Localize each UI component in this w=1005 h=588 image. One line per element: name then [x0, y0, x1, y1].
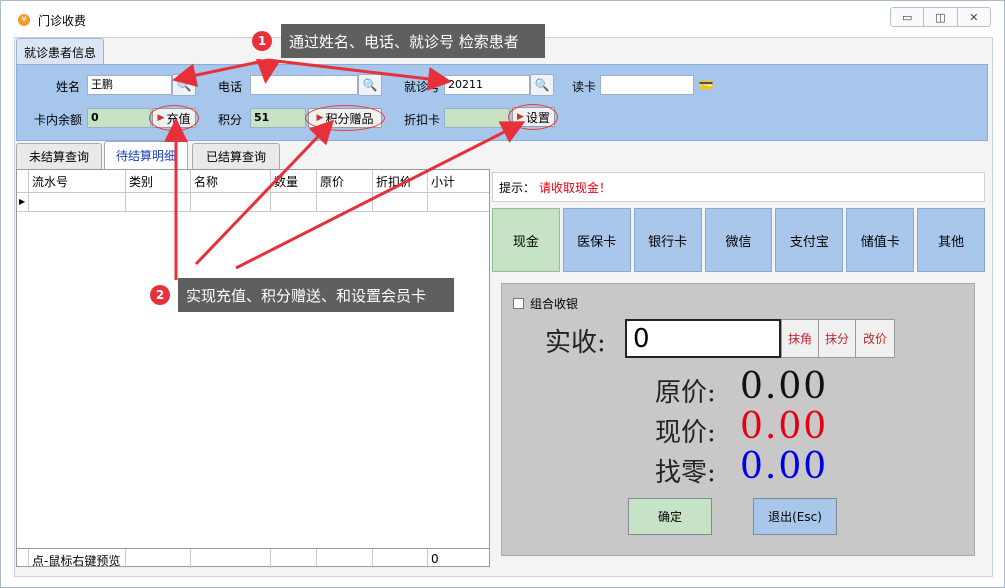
hint-label: 提示： — [499, 180, 536, 195]
table-cell[interactable] — [191, 193, 271, 211]
received-label: 实收: — [545, 328, 606, 358]
combo-checkbox[interactable] — [513, 298, 524, 309]
minimize-icon: ▭ — [901, 10, 913, 24]
table-cell[interactable] — [373, 193, 428, 211]
credit-card-icon: 💳 — [698, 78, 714, 92]
minimize-button[interactable]: ▭ — [891, 8, 925, 26]
visit-number-label: 就诊号 — [403, 80, 440, 94]
restore-button[interactable]: ◫ — [924, 8, 958, 26]
visit-number-field[interactable]: 20211 — [444, 75, 530, 95]
phone-search-button[interactable]: 🔍 — [358, 74, 382, 96]
combo-label: 组合收银 — [530, 297, 579, 311]
yen-coin-icon: ¥ — [18, 14, 30, 26]
balance-label: 卡内余额 — [33, 113, 82, 127]
patient-group-title: 就诊患者信息 — [16, 38, 104, 65]
hint-bar: 提示： 请收取现金！ — [492, 172, 985, 202]
hint-message: 请收取现金！ — [539, 180, 612, 195]
pay-method-wechat[interactable]: 微信 — [704, 208, 773, 272]
grid-header: 流水号 类别 名称 数量 原价 折扣价 小计 — [17, 170, 489, 192]
footer-total: 0 — [431, 552, 439, 566]
window-title: 门诊收费 — [38, 14, 87, 28]
received-amount-input[interactable]: 0 — [625, 319, 781, 358]
grid-footer: 点-鼠标右键预览 0 — [17, 548, 489, 568]
column-header[interactable]: 名称 — [191, 170, 271, 192]
table-cell[interactable] — [271, 193, 317, 211]
exit-button[interactable]: 退出(Esc) — [753, 498, 837, 535]
table-cell[interactable] — [126, 193, 191, 211]
column-header[interactable]: 小计 — [428, 170, 489, 192]
tab-unsettled-query[interactable]: 未结算查询 — [16, 143, 102, 169]
column-header[interactable]: 折扣价 — [373, 170, 428, 192]
search-icon: 🔍 — [362, 78, 378, 92]
points-label: 积分 — [217, 113, 242, 127]
pay-method-stored-value[interactable]: 储值卡 — [846, 208, 915, 272]
footer-cell — [317, 549, 373, 568]
card-label: 读卡 — [571, 80, 596, 94]
phone-label: 电话 — [217, 80, 242, 94]
table-cell[interactable] — [29, 193, 126, 211]
pay-method-bank-card[interactable]: 银行卡 — [633, 208, 702, 272]
column-header[interactable]: 数量 — [271, 170, 317, 192]
combo-checkout[interactable]: 组合收银 — [513, 295, 578, 312]
row-header-col — [17, 170, 29, 192]
change-label: 找零: — [655, 458, 716, 488]
recharge-highlight — [149, 105, 199, 131]
footer-cell — [373, 549, 428, 568]
name-field[interactable]: 王鹏 — [87, 75, 172, 95]
round-jiao-button[interactable]: 抹角 — [781, 319, 819, 358]
balance-field: 0 — [87, 108, 151, 128]
pay-method-other[interactable]: 其他 — [917, 208, 986, 272]
phone-field[interactable] — [250, 75, 358, 95]
footer-cell — [126, 549, 191, 568]
callout-2: 实现充值、积分赠送、和设置会员卡 — [178, 278, 454, 312]
footer-note: 点-鼠标右键预览 — [29, 549, 126, 568]
edit-price-button[interactable]: 改价 — [855, 319, 895, 358]
name-label: 姓名 — [55, 80, 80, 94]
search-icon: 🔍 — [534, 78, 550, 92]
tab-pending-details[interactable]: 待结算明细 — [104, 141, 188, 169]
callout-2-badge: 2 — [150, 285, 170, 305]
footer-cell — [271, 549, 317, 568]
card-field[interactable] — [600, 75, 694, 95]
pending-items-grid[interactable]: 流水号 类别 名称 数量 原价 折扣价 小计 ▶ 点-鼠标右键预览 0 — [16, 169, 490, 568]
row-header-col — [17, 549, 29, 568]
points-gift-highlight — [305, 105, 385, 131]
tab-settled-query[interactable]: 已结算查询 — [192, 143, 280, 169]
table-cell[interactable] — [428, 193, 489, 211]
restore-icon: ◫ — [935, 10, 946, 24]
payment-methods: 现金 医保卡 银行卡 微信 支付宝 储值卡 其他 — [492, 208, 986, 272]
table-cell[interactable] — [317, 193, 373, 211]
close-icon: ✕ — [969, 10, 979, 24]
points-field: 51 — [250, 108, 306, 128]
confirm-button[interactable]: 确定 — [628, 498, 712, 535]
pay-method-cash[interactable]: 现金 — [492, 208, 560, 272]
discount-card-label: 折扣卡 — [403, 113, 440, 127]
row-pointer-icon: ▶ — [17, 193, 29, 211]
read-card-button[interactable]: 💳 — [694, 74, 718, 96]
visit-search-button[interactable]: 🔍 — [530, 74, 554, 96]
original-price-label: 原价: — [655, 378, 716, 408]
change-value: 0.00 — [740, 446, 829, 487]
callout-1: 通过姓名、电话、就诊号 检索患者 — [281, 24, 545, 58]
close-button[interactable]: ✕ — [958, 8, 990, 26]
current-price-label: 现价: — [655, 418, 716, 448]
search-icon: 🔍 — [176, 78, 192, 92]
footer-cell — [191, 549, 271, 568]
original-price-value: 0.00 — [740, 366, 829, 407]
pay-method-alipay[interactable]: 支付宝 — [775, 208, 844, 272]
settings-highlight — [508, 104, 558, 130]
column-header[interactable]: 原价 — [317, 170, 373, 192]
round-fen-button[interactable]: 抹分 — [818, 319, 856, 358]
discount-card-field — [444, 108, 510, 128]
callout-1-badge: 1 — [252, 31, 272, 51]
current-price-value: 0.00 — [740, 406, 829, 447]
table-row[interactable]: ▶ — [17, 192, 489, 212]
pay-method-medical-card[interactable]: 医保卡 — [562, 208, 631, 272]
window-controls: ▭ ◫ ✕ — [890, 7, 991, 27]
column-header[interactable]: 类别 — [126, 170, 191, 192]
name-search-button[interactable]: 🔍 — [172, 74, 196, 96]
column-header[interactable]: 流水号 — [29, 170, 126, 192]
